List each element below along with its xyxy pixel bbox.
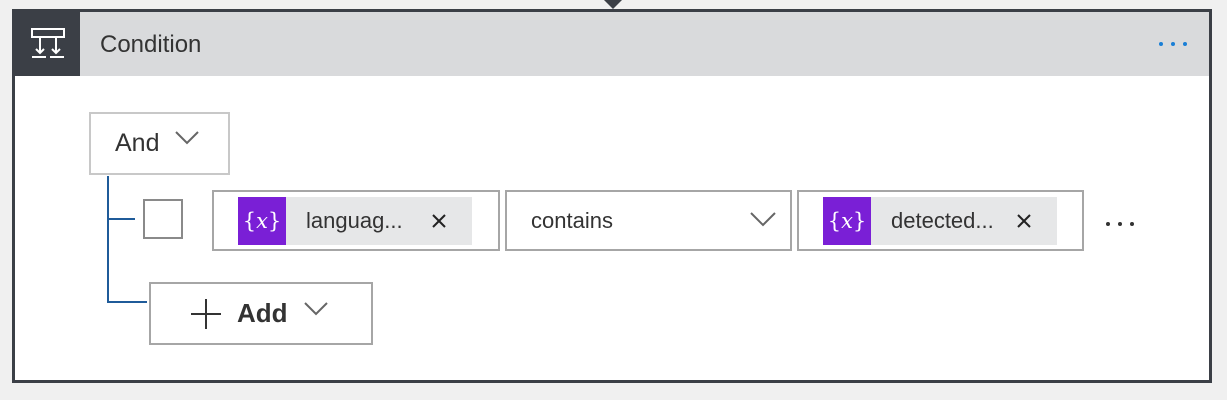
row-select-checkbox[interactable] [143, 199, 183, 239]
operator-select[interactable]: contains [505, 190, 792, 251]
add-button[interactable]: Add [149, 282, 373, 345]
dynamic-content-token[interactable]: {x} languag... [238, 197, 472, 245]
chevron-down-icon [303, 302, 328, 321]
expression-icon: {x} [238, 197, 286, 245]
chevron-down-icon [175, 131, 200, 150]
tree-connector-branch [107, 218, 135, 220]
token-label: languag... [306, 208, 403, 233]
plus-icon [189, 297, 223, 331]
left-operand-field[interactable]: {x} languag... [212, 190, 500, 251]
group-operator-select[interactable]: And [89, 112, 230, 175]
expression-icon-var: x [256, 209, 268, 233]
row-more-options-icon[interactable] [1101, 205, 1139, 235]
add-button-label: Add [237, 298, 288, 328]
expression-icon-brace: } [267, 209, 282, 233]
chevron-down-icon [750, 212, 776, 232]
condition-card: Condition And {x} languag... contains {… [12, 9, 1212, 383]
connector-arrow [604, 0, 622, 9]
token-label: detected... [891, 208, 994, 233]
dynamic-content-token[interactable]: {x} detected... [823, 197, 1057, 245]
expression-icon-brace: { [242, 209, 257, 233]
right-operand-field[interactable]: {x} detected... [797, 190, 1084, 251]
more-options-icon[interactable] [1155, 26, 1191, 62]
expression-icon-var: x [841, 209, 853, 233]
expression-icon: {x} [823, 197, 871, 245]
operator-label: contains [531, 208, 613, 233]
card-title: Condition [100, 31, 202, 58]
condition-icon [15, 12, 80, 76]
expression-icon-brace: } [852, 209, 867, 233]
card-header[interactable]: Condition [15, 12, 1209, 76]
remove-token-icon[interactable] [1013, 210, 1035, 232]
expression-icon-brace: { [827, 209, 842, 233]
remove-token-icon[interactable] [428, 210, 450, 232]
tree-connector-line [107, 176, 109, 303]
tree-connector-branch [107, 301, 147, 303]
group-operator-label: And [115, 129, 160, 157]
